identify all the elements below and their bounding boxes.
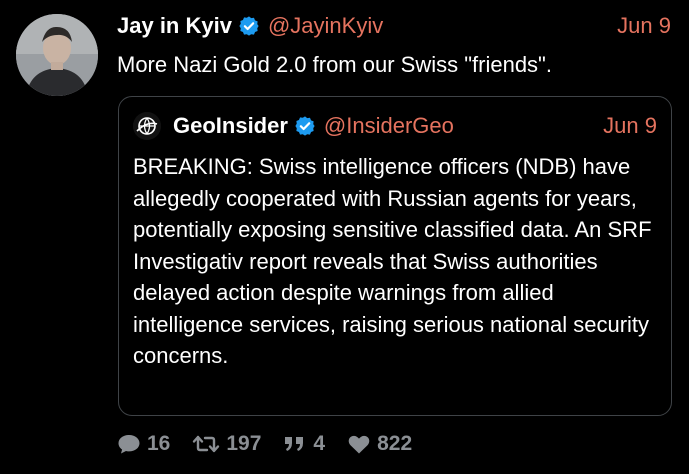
quoted-tweet-date[interactable]: Jun 9 bbox=[603, 113, 657, 139]
quoted-author-name[interactable]: GeoInsider bbox=[173, 113, 288, 139]
author-avatar[interactable] bbox=[16, 14, 98, 96]
quoted-tweet-text: BREAKING: Swiss intelligence officers (N… bbox=[133, 154, 652, 368]
retweet-button[interactable]: 197 bbox=[192, 432, 261, 456]
author-handle[interactable]: @JayinKyiv bbox=[268, 13, 383, 39]
globe-logo-avatar-icon bbox=[133, 112, 161, 140]
tweet-text: More Nazi Gold 2.0 from our Swiss "frien… bbox=[117, 52, 552, 77]
quote-marks-icon bbox=[285, 437, 304, 451]
person-photo-avatar-icon bbox=[16, 14, 98, 96]
retweet-icon bbox=[193, 435, 220, 453]
reply-bubble-icon bbox=[118, 435, 140, 454]
quote-button[interactable]: 4 bbox=[283, 432, 325, 456]
verified-badge-icon bbox=[238, 15, 260, 37]
reply-count: 16 bbox=[147, 432, 171, 455]
quoted-author-handle[interactable]: @InsiderGeo bbox=[324, 113, 454, 139]
quoted-author-avatar[interactable] bbox=[133, 112, 161, 140]
tweet-header: Jay in Kyiv @JayinKyiv Jun 9 bbox=[117, 11, 671, 41]
quoted-verified-badge-icon bbox=[294, 115, 316, 137]
quoted-tweet-header: GeoInsider @InsiderGeo Jun 9 bbox=[133, 111, 657, 141]
retweet-count: 197 bbox=[226, 432, 262, 455]
like-button[interactable]: 822 bbox=[347, 432, 412, 456]
author-name[interactable]: Jay in Kyiv bbox=[117, 13, 232, 39]
tweet-actions: 16 197 4 822 bbox=[117, 428, 434, 460]
quote-count: 4 bbox=[313, 432, 326, 455]
heart-icon bbox=[348, 435, 370, 454]
tweet-card: Jay in Kyiv @JayinKyiv Jun 9 More Nazi G… bbox=[0, 0, 689, 474]
tweet-date[interactable]: Jun 9 bbox=[617, 13, 671, 39]
reply-button[interactable]: 16 bbox=[117, 432, 170, 456]
quoted-tweet[interactable]: GeoInsider @InsiderGeo Jun 9 BREAKING: S… bbox=[118, 96, 672, 416]
like-count: 822 bbox=[377, 432, 413, 455]
